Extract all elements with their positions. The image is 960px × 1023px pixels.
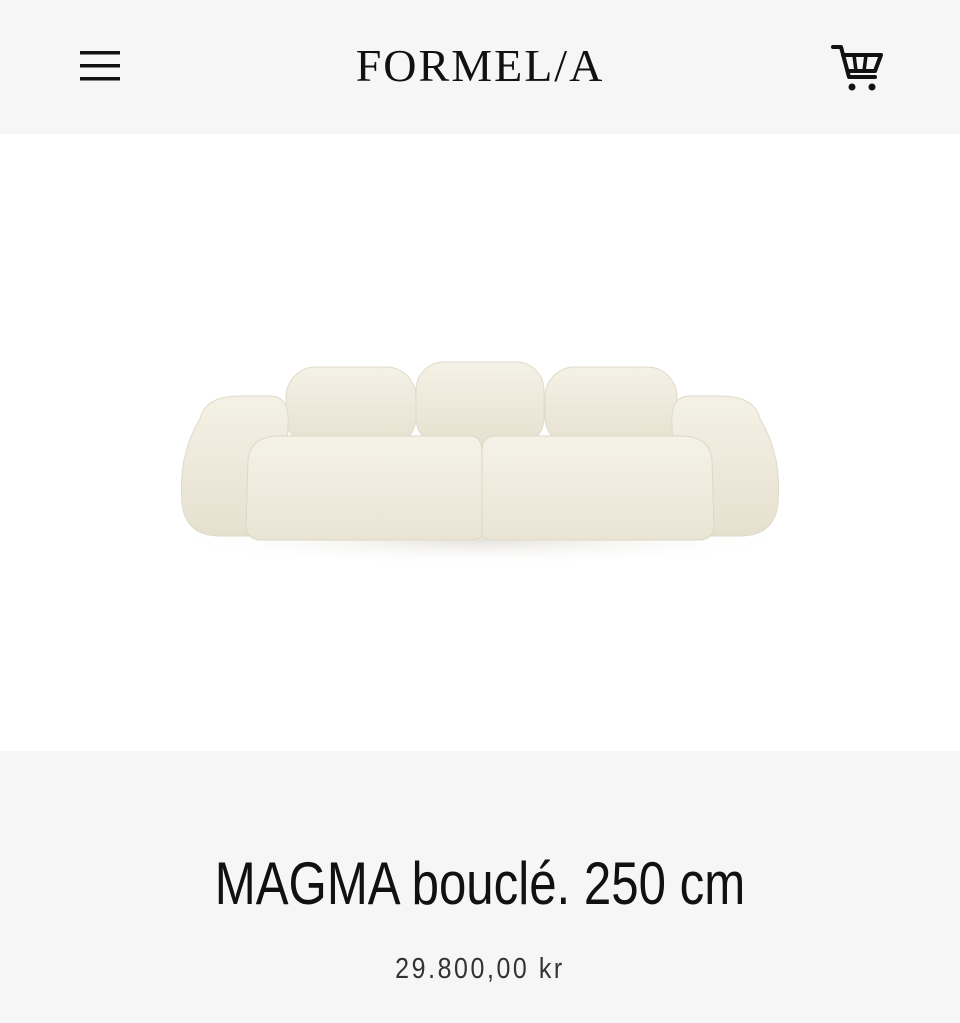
product-info: MAGMA bouclé. 250 cm 29.800,00 kr <box>0 751 960 1023</box>
product-page: FORMEL/A MAGMA bouclé. 250 cm 29.800,00 … <box>0 0 960 1023</box>
site-header: FORMEL/A <box>0 0 960 134</box>
sofa-image <box>160 361 800 566</box>
shopping-cart-icon <box>831 45 883 91</box>
product-title: MAGMA bouclé. 250 cm <box>214 850 746 917</box>
product-image[interactable] <box>0 134 960 751</box>
cart-button[interactable] <box>822 32 892 102</box>
product-price: 29.800,00 kr <box>395 953 565 985</box>
brand-logo[interactable]: FORMEL/A <box>0 36 960 96</box>
